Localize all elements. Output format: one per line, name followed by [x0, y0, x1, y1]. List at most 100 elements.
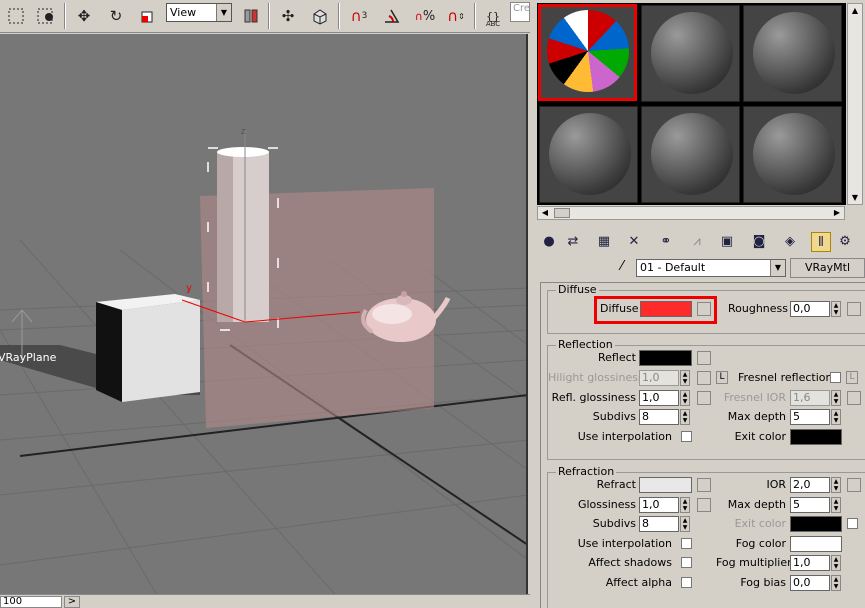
refract-map-button[interactable] [697, 478, 711, 492]
refl-exit-color-label: Exit color [734, 430, 786, 443]
pivot-icon[interactable] [239, 4, 263, 28]
refr-exit-color-swatch[interactable] [790, 516, 842, 532]
refl-subdivs-spinner[interactable]: ▲ ▼ [680, 409, 690, 425]
scale-icon[interactable] [136, 4, 160, 28]
reflect-label: Reflect [598, 351, 636, 364]
sample-slot[interactable] [641, 5, 740, 102]
ior-map-button[interactable] [847, 478, 861, 492]
fresnel-ior-field[interactable]: 1,6 [790, 390, 830, 406]
fog-color-swatch[interactable] [790, 536, 842, 552]
select-region-icon[interactable] [34, 4, 58, 28]
fresnel-ior-spinner[interactable]: ▲ ▼ [831, 390, 841, 406]
copy-material-icon[interactable]: ⚭ [656, 232, 676, 252]
refract-color-swatch[interactable] [639, 477, 692, 493]
refl-glossiness-spinner[interactable]: ▲ ▼ [680, 390, 690, 406]
fog-multiplier-spinner[interactable]: ▲ ▼ [831, 555, 841, 571]
scroll-left-icon[interactable]: ◀ [538, 208, 552, 217]
get-material-icon[interactable]: ● [539, 232, 559, 252]
slots-vertical-scrollbar[interactable]: ▲ ▼ [847, 3, 863, 205]
next-frame-button[interactable]: > [64, 596, 80, 608]
go-to-parent-icon[interactable]: ⚙ [835, 232, 855, 252]
pick-material-icon[interactable]: ⁄ [612, 259, 632, 277]
show-end-result-icon[interactable]: ⫴ [811, 232, 831, 252]
reference-coord-dropdown[interactable]: View ▼ [166, 3, 232, 22]
put-to-scene-icon[interactable]: ⇄ [563, 232, 583, 252]
rotate-icon[interactable]: ↻ [104, 4, 128, 28]
sphere-preview [651, 12, 733, 94]
material-type-button[interactable]: VRayMtl [790, 258, 865, 278]
fog-bias-spinner[interactable]: ▲ ▼ [831, 575, 841, 591]
sample-slot[interactable] [743, 106, 842, 203]
refr-glossiness-map-button[interactable] [697, 498, 711, 512]
put-to-library-icon[interactable]: ▣ [717, 232, 737, 252]
slots-horizontal-scrollbar[interactable]: ◀ ▶ [537, 206, 845, 220]
hilight-map-button[interactable] [697, 371, 711, 385]
hilight-lock-button[interactable]: L [716, 371, 728, 384]
percent-snap-icon[interactable]: ∩% [412, 4, 438, 28]
refl-glossiness-map-button[interactable] [697, 391, 711, 405]
refl-glossiness-field[interactable]: 1,0 [639, 390, 679, 406]
3d-snap-icon[interactable]: ∩ 3 [346, 4, 372, 28]
roughness-field[interactable]: 0,0 [790, 301, 830, 317]
fog-color-label: Fog color [735, 537, 786, 550]
material-id-icon[interactable]: ◙ [749, 232, 769, 252]
reflect-map-button[interactable] [697, 351, 711, 365]
ior-spinner[interactable]: ▲ ▼ [831, 477, 841, 493]
fresnel-lock-button[interactable]: L [846, 371, 858, 384]
refr-subdivs-field[interactable]: 8 [639, 516, 679, 532]
scroll-up-icon[interactable]: ▲ [848, 6, 862, 15]
fresnel-ior-map-button[interactable] [847, 391, 861, 405]
sample-slot[interactable] [539, 106, 638, 203]
select-manipulate-icon[interactable]: ✣ [276, 4, 300, 28]
fresnel-reflections-checkbox[interactable] [830, 372, 841, 383]
sample-slot[interactable] [743, 5, 842, 102]
refl-use-interpolation-checkbox[interactable] [681, 431, 692, 442]
refl-exit-color-swatch[interactable] [790, 429, 842, 445]
roughness-spinner[interactable]: ▲ ▼ [831, 301, 841, 317]
affect-shadows-checkbox[interactable] [681, 557, 692, 568]
reflect-color-swatch[interactable] [639, 350, 692, 366]
move-icon[interactable]: ✥ [72, 4, 96, 28]
refl-max-depth-spinner[interactable]: ▲ ▼ [831, 409, 841, 425]
refl-max-depth-field[interactable]: 5 [790, 409, 830, 425]
refl-glossiness-value: 1,0 [642, 391, 660, 404]
ior-field[interactable]: 2,0 [790, 477, 830, 493]
spinner-snap-icon[interactable]: ∩ ⇕ [444, 4, 468, 28]
refr-use-interpolation-checkbox[interactable] [681, 538, 692, 549]
keyboard-shortcut-icon[interactable] [308, 4, 332, 28]
refr-glossiness-spinner[interactable]: ▲ ▼ [680, 497, 690, 513]
unique-icon[interactable]: ⩘ [687, 232, 707, 252]
fog-bias-label: Fog bias [740, 576, 786, 589]
refr-exit-color-checkbox[interactable] [847, 518, 858, 529]
frame-field[interactable]: 100 [0, 596, 62, 608]
sample-slot-active[interactable] [538, 4, 637, 101]
refr-subdivs-spinner[interactable]: ▲ ▼ [680, 516, 690, 532]
refr-max-depth-value: 5 [793, 498, 800, 511]
sphere-preview [651, 113, 733, 195]
angle-snap-icon[interactable] [380, 4, 404, 28]
hilight-glossiness-field[interactable]: 1,0 [639, 370, 679, 386]
chevron-down-icon[interactable]: ▼ [770, 260, 785, 276]
sample-slot[interactable] [641, 106, 740, 203]
perspective-viewport[interactable]: y z VRayPlane [0, 34, 528, 594]
fog-bias-field[interactable]: 0,0 [790, 575, 830, 591]
reset-icon[interactable]: ✕ [624, 232, 644, 252]
create-selection-field[interactable]: Cre [510, 2, 530, 22]
affect-alpha-checkbox[interactable] [681, 577, 692, 588]
fog-multiplier-field[interactable]: 1,0 [790, 555, 830, 571]
select-icon[interactable] [4, 4, 28, 28]
hilight-spinner[interactable]: ▲ ▼ [680, 370, 690, 386]
refr-glossiness-field[interactable]: 1,0 [639, 497, 679, 513]
box-object-side [96, 302, 122, 402]
scroll-thumb[interactable] [554, 208, 570, 218]
scroll-down-icon[interactable]: ▼ [848, 193, 862, 202]
assign-to-selection-icon[interactable]: ▦ [594, 232, 614, 252]
show-map-icon[interactable]: ◈ [780, 232, 800, 252]
scroll-right-icon[interactable]: ▶ [830, 208, 844, 217]
refr-max-depth-field[interactable]: 5 [790, 497, 830, 513]
material-name-field[interactable]: 01 - Default ▼ [636, 259, 786, 277]
refr-max-depth-spinner[interactable]: ▲ ▼ [831, 497, 841, 513]
refl-subdivs-field[interactable]: 8 [639, 409, 679, 425]
edit-named-selection-icon[interactable]: {} ABC [481, 4, 505, 29]
roughness-map-button[interactable] [847, 302, 861, 316]
